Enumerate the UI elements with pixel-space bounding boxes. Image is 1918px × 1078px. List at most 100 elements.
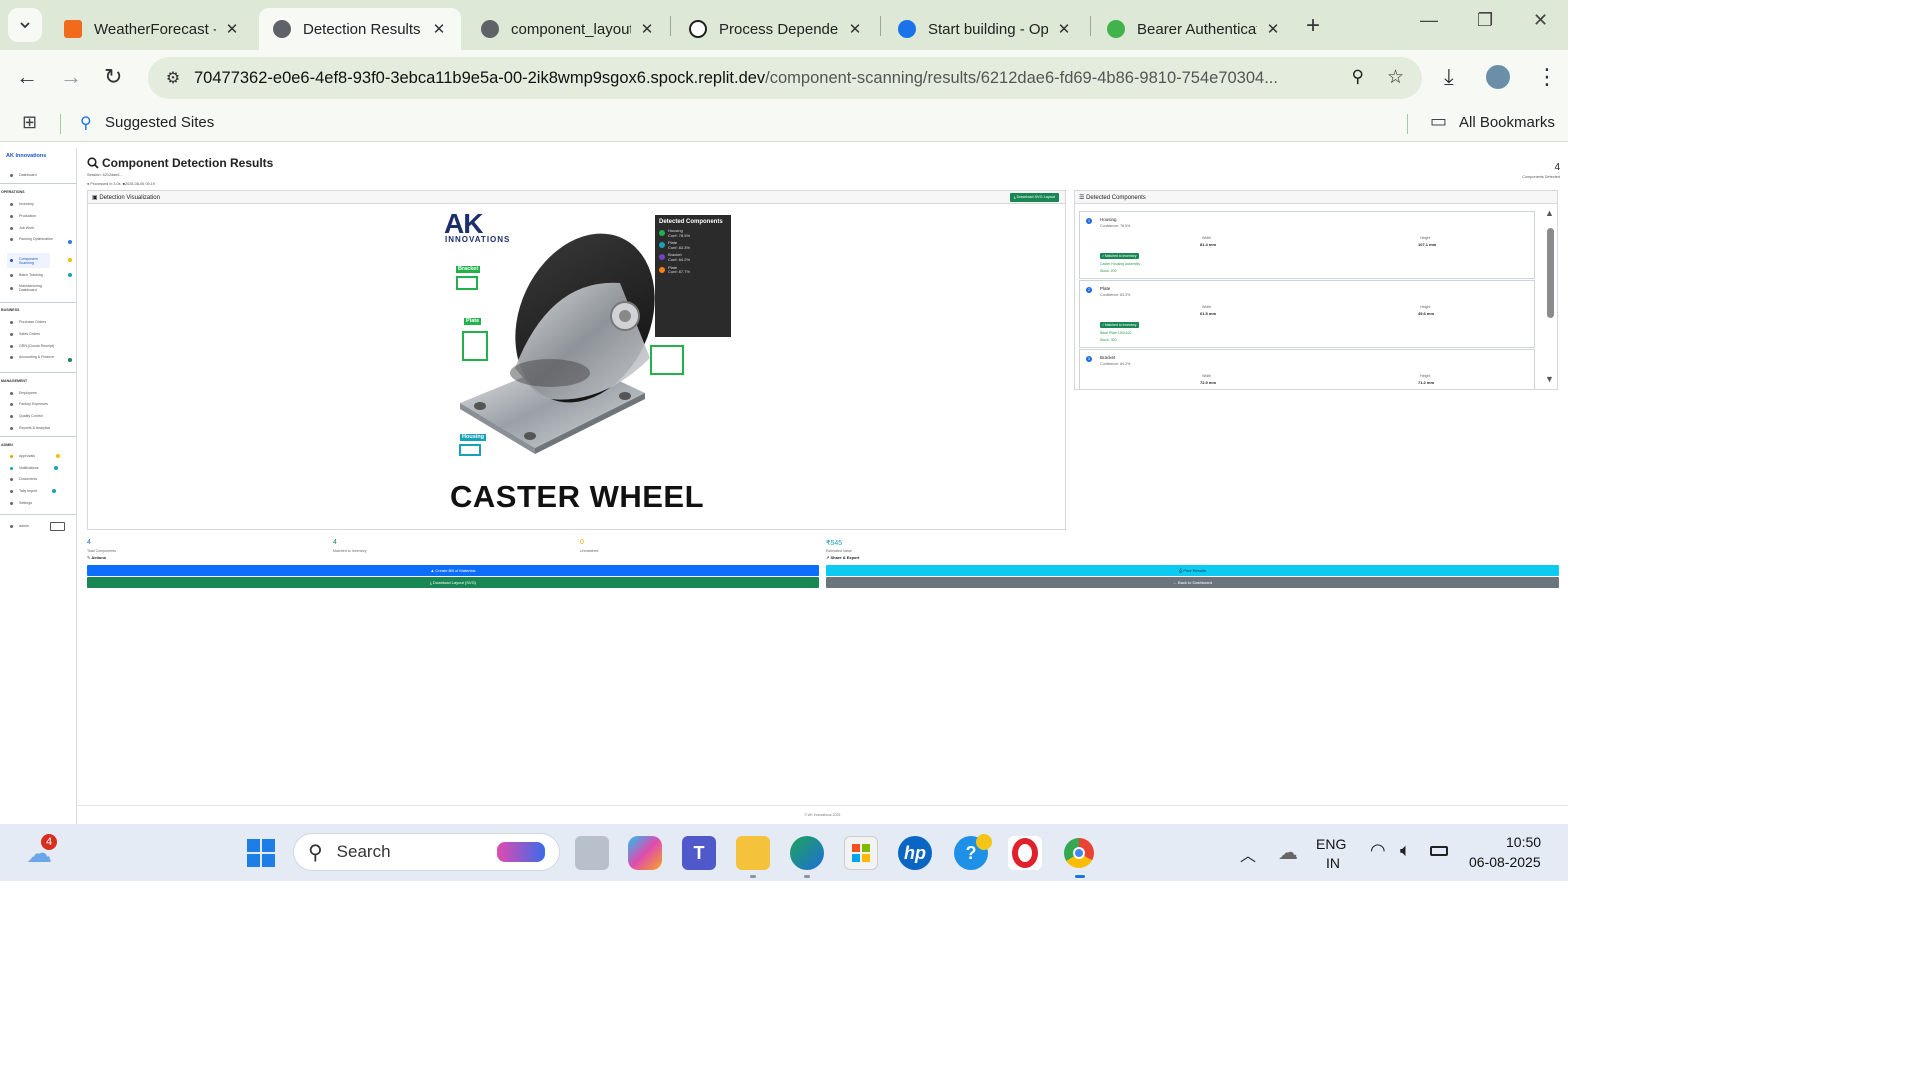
- tab-detection-results[interactable]: Detection Results - ✕: [259, 8, 461, 50]
- hp-icon[interactable]: hp: [898, 836, 932, 870]
- scroll-up-icon[interactable]: ▲: [1545, 208, 1554, 218]
- create-bom-button[interactable]: ▲ Create Bill of Materials: [87, 565, 819, 576]
- chevron-up-icon[interactable]: ︿: [1240, 842, 1256, 866]
- tab-bearer-authentication[interactable]: Bearer Authenticat ✕: [1093, 8, 1295, 50]
- sidebar-item-factory-expenses[interactable]: Factory Expenses: [10, 402, 72, 406]
- menu-icon[interactable]: ⋮: [1536, 64, 1558, 90]
- close-icon[interactable]: ✕: [224, 20, 240, 38]
- task-view-icon[interactable]: [575, 836, 609, 870]
- sidebar-item-packing-optimization[interactable]: Packing Optimization: [10, 237, 55, 241]
- sidebar-item-manufacturing-dashboard[interactable]: Manufacturing Dashboard: [10, 284, 55, 292]
- components-scrollbar[interactable]: ▲ ▼: [1543, 206, 1557, 389]
- sidebar-item-sales-orders[interactable]: Sales Orders: [10, 332, 72, 336]
- chrome-icon[interactable]: [1062, 836, 1096, 870]
- bracket-detection-box[interactable]: [456, 276, 478, 290]
- sidebar-item-employees[interactable]: Employees: [10, 391, 72, 395]
- region-code[interactable]: IN: [1326, 855, 1340, 871]
- forward-button[interactable]: →: [60, 64, 82, 90]
- bookmark-suggested-sites[interactable]: Suggested Sites: [105, 114, 214, 131]
- component-item-housing[interactable]: 1 Housing Confidence: 78.5% Width 81.4 m…: [1079, 211, 1535, 279]
- wifi-icon[interactable]: ◠: [1370, 840, 1386, 861]
- minimize-button[interactable]: —: [1420, 10, 1438, 31]
- sidebar-item-production[interactable]: Production: [10, 214, 72, 218]
- file-explorer-icon[interactable]: [736, 836, 770, 870]
- copilot-icon[interactable]: [628, 836, 662, 870]
- address-bar[interactable]: ⚙ 70477362-e0e6-4ef8-93f0-3ebca11b9e5a-0…: [148, 57, 1422, 99]
- sidebar-item-job-work[interactable]: Job Work: [10, 226, 72, 230]
- bom-icon: ▲: [430, 568, 435, 573]
- sidebar-item-purchase-orders[interactable]: Purchase Orders: [10, 320, 72, 324]
- close-icon[interactable]: ✕: [431, 20, 447, 38]
- opera-icon[interactable]: [1008, 836, 1042, 870]
- sidebar-item-dashboard[interactable]: Dashboard: [10, 173, 72, 177]
- sidebar-item-documents[interactable]: Documents: [10, 477, 72, 481]
- print-results-button[interactable]: ⎙ Print Results: [826, 565, 1559, 576]
- sidebar-item-label: Production: [19, 214, 37, 218]
- close-icon[interactable]: ✕: [1265, 20, 1281, 38]
- sidebar-item-grn[interactable]: GRN (Goods Receipt): [10, 344, 72, 348]
- teams-icon[interactable]: T: [682, 836, 716, 870]
- clock-time[interactable]: 10:50: [1506, 834, 1541, 850]
- zoom-icon[interactable]: ⚲: [1352, 67, 1364, 87]
- scroll-down-icon[interactable]: ▼: [1545, 374, 1554, 384]
- component-item-plate[interactable]: 2 Plate Confidence: 83.3% Width 61.5 mm …: [1079, 280, 1535, 348]
- logout-button[interactable]: [50, 522, 65, 531]
- housing-detection-box[interactable]: [459, 444, 481, 456]
- plate-detection-box-2[interactable]: [650, 345, 684, 375]
- battery-icon[interactable]: [1430, 846, 1448, 856]
- download-svg-button[interactable]: ⤓ Download SVG Layout: [1009, 193, 1059, 202]
- sidebar-item-component-scanning[interactable]: Component Scanning: [7, 253, 50, 268]
- taskbar-search[interactable]: ⚲ Search: [293, 833, 560, 871]
- processed-date: 2025-08-06 05:19: [124, 182, 155, 186]
- clock-date[interactable]: 06-08-2025: [1469, 854, 1541, 870]
- new-tab-button[interactable]: +: [1306, 12, 1320, 40]
- start-button[interactable]: [244, 836, 278, 870]
- store-icon[interactable]: [844, 836, 878, 870]
- back-to-dashboard-button[interactable]: ← Back to Dashboard: [826, 577, 1559, 588]
- sidebar-item-inventory[interactable]: Inventory: [10, 202, 72, 206]
- sidebar-item-notifications[interactable]: Notifications: [10, 466, 55, 470]
- tab-process-dependencies[interactable]: Process Dependen ✕: [675, 8, 877, 50]
- tab-weatherforecast[interactable]: WeatherForecast - ✕: [50, 8, 254, 50]
- tab-component-layout[interactable]: component_layout ✕: [467, 8, 669, 50]
- edge-icon[interactable]: [790, 836, 824, 870]
- matched-item[interactable]: Caster Housing Assembly: [1100, 262, 1140, 266]
- sidebar-item-tally-import[interactable]: Tally Import: [10, 489, 55, 493]
- close-icon[interactable]: ✕: [639, 20, 655, 38]
- close-icon[interactable]: ✕: [1056, 20, 1072, 38]
- tab-search-button[interactable]: [8, 8, 42, 42]
- sidebar-item-reports[interactable]: Reports & Analytics: [10, 426, 72, 430]
- all-bookmarks[interactable]: All Bookmarks: [1459, 114, 1555, 131]
- copilot-search-icon: [497, 842, 545, 862]
- matched-item[interactable]: Base Plate 150x100: [1100, 331, 1131, 335]
- sidebar-item-approvals[interactable]: Approvals: [10, 454, 55, 458]
- volume-icon[interactable]: 🔈︎: [1400, 840, 1411, 861]
- component-item-bracket[interactable]: 3 Bracket Confidence: 84.2% Width 72.9 m…: [1079, 349, 1535, 389]
- onedrive-icon[interactable]: ☁: [1278, 840, 1298, 865]
- profile-avatar[interactable]: [1486, 65, 1510, 89]
- download-icon[interactable]: ⤓: [1444, 64, 1454, 90]
- back-button[interactable]: ←: [16, 64, 38, 90]
- sidebar-item-label: Tally Import: [19, 489, 38, 493]
- sidebar-item-settings[interactable]: Settings: [10, 501, 72, 505]
- sidebar-item-batch-tracking[interactable]: Batch Tracking: [10, 273, 55, 277]
- reload-button[interactable]: ↻: [104, 64, 122, 90]
- sidebar-brand[interactable]: AK Innovations: [6, 153, 46, 159]
- bookmark-star-icon[interactable]: ☆: [1387, 66, 1404, 89]
- component-number: 2: [1086, 287, 1092, 293]
- actions-heading: ✎ Actions: [87, 555, 106, 560]
- language-code[interactable]: ENG: [1316, 836, 1346, 852]
- apps-grid-icon[interactable]: ⊞: [22, 112, 37, 133]
- sidebar-item-quality-control[interactable]: Quality Control: [10, 414, 72, 418]
- close-window-button[interactable]: ✕: [1533, 10, 1548, 31]
- restore-button[interactable]: ❐: [1477, 10, 1493, 31]
- sidebar-divider: [0, 514, 77, 515]
- url-text[interactable]: 70477362-e0e6-4ef8-93f0-3ebca11b9e5a-00-…: [194, 69, 1324, 88]
- close-icon[interactable]: ✕: [847, 20, 863, 38]
- download-layout-button[interactable]: ⤓ Download Layout (SVG): [87, 577, 819, 588]
- tab-start-building[interactable]: Start building - Op ✕: [884, 8, 1086, 50]
- plate-detection-box[interactable]: [462, 331, 488, 361]
- site-info-icon[interactable]: ⚙: [156, 68, 190, 88]
- sidebar-item-accounting[interactable]: Accounting & Finance: [10, 355, 55, 359]
- scroll-thumb[interactable]: [1547, 228, 1554, 318]
